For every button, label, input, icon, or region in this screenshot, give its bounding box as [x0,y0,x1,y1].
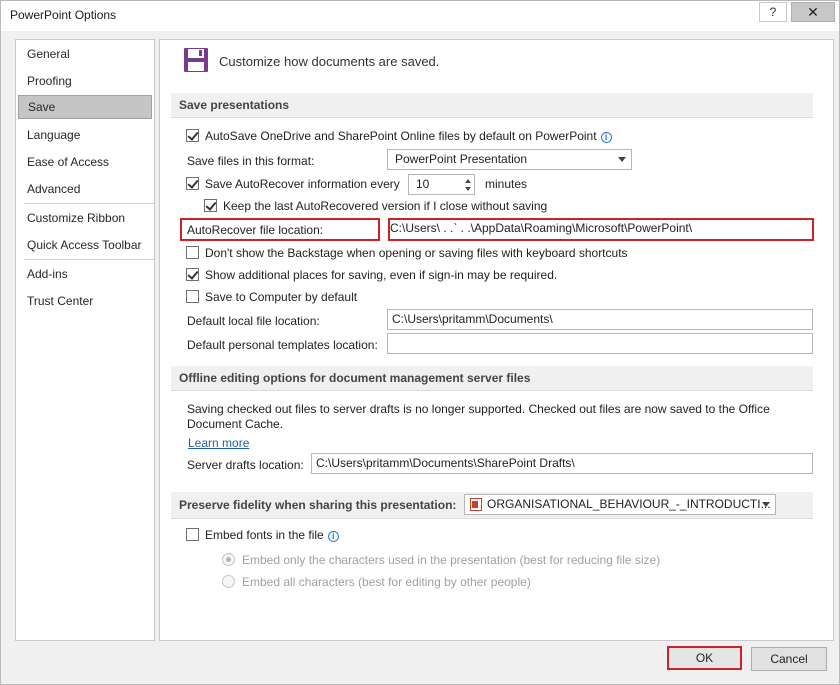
autorecover-location-label: AutoRecover file location: [187,223,324,237]
show-additional-places-label: Show additional places for saving, even … [205,268,558,282]
keep-last-autorecovered-checkbox[interactable] [204,199,217,212]
autorecover-checkbox[interactable] [186,177,199,190]
section-save-presentations: Save presentations [171,93,813,118]
autorecover-minutes-value: 10 [416,177,430,191]
help-button[interactable]: ? [759,2,787,22]
server-drafts-label: Server drafts location: [187,458,304,472]
sidebar-divider [24,203,154,204]
embed-only-used-radio[interactable] [222,553,235,566]
sidebar-item-add-ins[interactable]: Add-ins [18,262,152,286]
offline-note-line1: Saving checked out files to server draft… [187,402,770,416]
close-button[interactable]: ✕ [791,2,835,22]
chevron-down-icon [762,502,770,507]
chevron-down-icon [618,157,626,162]
presentation-select-value: ORGANISATIONAL_BEHAVIOUR_-_INTRODUCTI... [487,497,771,511]
sidebar-divider [24,259,154,260]
save-options-panel: Customize how documents are saved. Save … [159,39,834,641]
autosave-label: AutoSave OneDrive and SharePoint Online … [205,129,612,143]
options-sidebar: General Proofing Save Language Ease of A… [15,39,155,641]
info-icon: i [600,132,612,143]
section-offline-editing: Offline editing options for document man… [171,366,813,391]
default-templates-location-input[interactable] [387,333,813,354]
sidebar-item-ease-of-access[interactable]: Ease of Access [18,150,152,174]
autorecover-location-input[interactable]: C:\Users\ . .` . .\AppData\Roaming\Micro… [390,220,812,239]
embed-fonts-label: Embed fonts in the file i [205,528,339,542]
keep-last-autorecovered-label: Keep the last AutoRecovered version if I… [223,199,548,213]
cancel-button[interactable]: Cancel [751,647,827,671]
save-to-computer-checkbox[interactable] [186,290,199,303]
page-header-text: Customize how documents are saved. [219,54,440,69]
server-drafts-input[interactable]: C:\Users\pritamm\Documents\SharePoint Dr… [311,453,813,474]
preserve-fidelity-title: Preserve fidelity when sharing this pres… [179,498,457,512]
embed-fonts-checkbox[interactable] [186,528,199,541]
sidebar-item-advanced[interactable]: Advanced [18,177,152,201]
powerpoint-options-dialog: PowerPoint Options ? ✕ General Proofing … [0,0,840,685]
info-icon: i [327,531,339,542]
embed-only-used-label: Embed only the characters used in the pr… [242,553,661,567]
presentation-select[interactable]: ORGANISATIONAL_BEHAVIOUR_-_INTRODUCTI... [464,494,776,515]
embed-all-radio[interactable] [222,575,235,588]
dont-show-backstage-label: Don't show the Backstage when opening or… [205,246,628,260]
window-title: PowerPoint Options [10,8,117,22]
save-format-select[interactable]: PowerPoint Presentation [387,149,632,170]
save-format-value: PowerPoint Presentation [395,152,528,166]
dont-show-backstage-checkbox[interactable] [186,246,199,259]
offline-note-line2: Document Cache. [187,417,284,431]
minutes-label: minutes [485,177,528,191]
autorecover-minutes-input[interactable]: 10 [408,174,475,195]
ok-button[interactable]: OK [667,646,742,670]
default-local-location-label: Default local file location: [187,314,320,328]
autosave-checkbox[interactable] [186,129,199,142]
sidebar-item-customize-ribbon[interactable]: Customize Ribbon [18,206,152,230]
default-templates-location-label: Default personal templates location: [187,338,378,352]
embed-all-label: Embed all characters (best for editing b… [242,575,531,589]
spin-down-icon[interactable] [465,187,471,191]
floppy-disk-icon [184,48,208,72]
default-local-location-input[interactable]: C:\Users\pritamm\Documents\ [387,309,813,330]
sidebar-item-quick-access-toolbar[interactable]: Quick Access Toolbar [18,233,152,257]
sidebar-item-language[interactable]: Language [18,123,152,147]
powerpoint-file-icon [470,498,482,511]
show-additional-places-checkbox[interactable] [186,268,199,281]
sidebar-item-general[interactable]: General [18,42,152,66]
sidebar-item-trust-center[interactable]: Trust Center [18,289,152,313]
save-format-label: Save files in this format: [187,154,315,168]
autorecover-label: Save AutoRecover information every [205,177,400,191]
learn-more-link[interactable]: Learn more [188,436,249,450]
save-to-computer-label: Save to Computer by default [205,290,358,304]
sidebar-item-save[interactable]: Save [18,95,152,119]
title-bar: PowerPoint Options ? ✕ [1,1,839,31]
spin-up-icon[interactable] [465,179,471,183]
sidebar-item-proofing[interactable]: Proofing [18,69,152,93]
